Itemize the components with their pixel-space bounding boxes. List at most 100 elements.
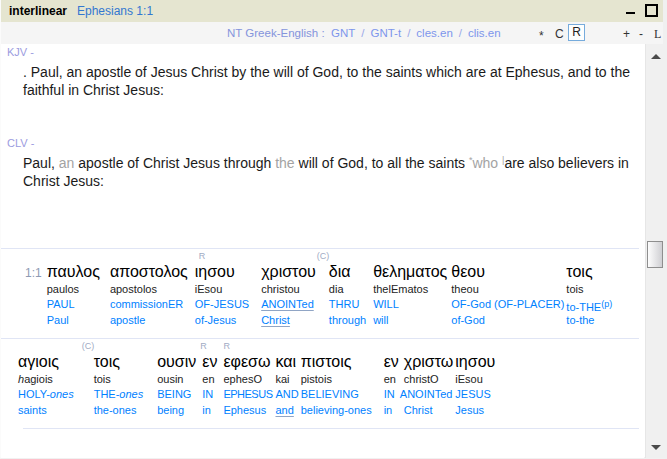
zoom-out-button[interactable]: - — [639, 27, 643, 41]
gloss-literal: OF-God (OF-PLACER) — [451, 296, 564, 312]
word-marker-empty — [455, 341, 495, 352]
gloss-english: Christ — [261, 312, 316, 328]
gloss-english: through — [329, 312, 366, 328]
gloss-literal: HOLY-ones — [18, 386, 74, 402]
gloss-english: Ephesus — [223, 402, 272, 418]
transliteration: tois — [566, 282, 612, 296]
interlinear-word-r0c7: τοιςtoisto-THE(p)to-the — [566, 251, 612, 328]
word-marker-empty — [110, 251, 188, 262]
word-marker: (C) — [317, 251, 354, 262]
window-reference[interactable]: Ephesians 1:1 — [77, 4, 153, 18]
gloss-literal: OF-JESUS — [195, 296, 249, 312]
link-gnt[interactable]: GNT — [331, 27, 355, 39]
interlinear-word-r1c5: καιkaiANDand — [275, 341, 298, 418]
greek-word[interactable]: ουσιν — [157, 352, 196, 372]
clv-segment: Paul, — [23, 155, 59, 171]
link-gnt-t[interactable]: GNT-t — [370, 27, 401, 39]
greek-word[interactable]: θεληματος — [373, 262, 447, 282]
interlinear-row-1: 1:1 παυλοςpaulosPAULPaul αποστολοςaposto… — [1, 248, 639, 338]
l-button[interactable]: L — [654, 27, 661, 42]
word-marker-empty — [157, 341, 196, 352]
gloss-literal: WILL — [373, 296, 447, 312]
interlinear-word-r0c3: χριστουchristouANOINTedChrist — [261, 251, 316, 328]
greek-word[interactable]: εφεσω — [223, 352, 272, 372]
minimize-button[interactable] — [624, 3, 638, 19]
link-clis-en[interactable]: clis.en — [468, 27, 501, 39]
word-marker: R — [200, 341, 215, 352]
greek-word[interactable]: παυλος — [47, 262, 100, 282]
greek-word[interactable]: και — [275, 352, 298, 372]
greek-word[interactable]: πιστοις — [301, 352, 372, 372]
toolbar: NT Greek-English : GNT/GNT-t/cles.en/cli… — [1, 22, 663, 44]
transliteration: dia — [329, 282, 366, 296]
transliteration: iEsou — [195, 282, 249, 296]
interlinear-row-2: αγιοιςhagioisHOLY-onessaints(C)τοιςtoisT… — [1, 338, 639, 428]
gloss-literal: AND — [275, 386, 298, 402]
star-button[interactable]: * — [539, 29, 544, 43]
gloss-english: and — [275, 402, 298, 418]
gloss-literal: PAUL — [47, 296, 100, 312]
transliteration: kai — [275, 372, 298, 386]
greek-word[interactable]: ιησου — [195, 262, 249, 282]
greek-word[interactable]: εν — [384, 352, 399, 372]
interlinear-word-r1c6: πιστοιςpistoisBELIEVINGbelieving-ones — [301, 341, 372, 418]
greek-word[interactable]: αγιοις — [18, 352, 74, 372]
transliteration: christO — [404, 372, 454, 386]
greek-word[interactable]: ιησου — [455, 352, 495, 372]
gloss-literal: THE-ones — [94, 386, 144, 402]
word-marker-empty — [384, 341, 399, 352]
greek-word[interactable]: αποστολος — [110, 262, 188, 282]
greek-word[interactable]: θεου — [451, 262, 564, 282]
interlinear-pane: KJV - . Paul, an apostle of Jesus Christ… — [1, 44, 644, 458]
interlinear-word-r1c4: RεφεσωephesOEPHESUSEphesus — [223, 341, 272, 418]
gloss-english: Jesus — [455, 402, 495, 418]
word-marker: (C) — [82, 341, 132, 352]
transliteration: ephesO — [223, 372, 272, 386]
interlinear-word-r0c5: θεληματοςthelEmatosWILLwill — [373, 251, 447, 328]
window-title: interlinear — [9, 4, 67, 18]
clv-version-label[interactable]: CLV - — [7, 137, 34, 149]
vertical-scrollbar[interactable] — [645, 44, 664, 458]
transliteration: thelEmatos — [373, 282, 447, 296]
word-marker-empty — [47, 251, 100, 262]
clv-segment: who — [472, 155, 502, 171]
transliteration: tois — [94, 372, 144, 386]
zoom-in-button[interactable]: + — [623, 27, 630, 41]
gloss-english: to-the — [566, 312, 612, 328]
gloss-english: the-ones — [94, 402, 144, 418]
c-button[interactable]: C — [555, 27, 564, 41]
greek-word[interactable]: τοις — [94, 352, 144, 372]
interlinear-word-r1c7: ενenINin — [384, 341, 399, 418]
interlinear-word-r1c2: ουσινousinBEINGbeing — [157, 341, 196, 418]
r-button[interactable]: R — [568, 24, 585, 41]
interlinear-word-r0c4: (C)διαdiaTHRUthrough — [329, 251, 366, 328]
clv-segment: apostle of Christ Jesus through — [78, 155, 275, 171]
scroll-down-icon[interactable] — [651, 445, 661, 450]
gloss-literal: EPHESUS — [223, 386, 272, 402]
scrollbar-thumb[interactable] — [647, 241, 663, 268]
kjv-version-label[interactable]: KJV - — [7, 46, 34, 58]
link-cles-en[interactable]: cles.en — [416, 27, 452, 39]
clv-segment: will of God, to all the saints — [299, 155, 469, 171]
greek-word[interactable]: τοις — [566, 262, 612, 282]
gloss-english: in — [202, 402, 217, 418]
gloss-literal: BEING — [157, 386, 196, 402]
greek-word[interactable]: εν — [202, 352, 217, 372]
interlinear-word-r1c9: ιησουiEsouJESUSJesus — [455, 341, 495, 418]
greek-word[interactable]: δια — [329, 262, 366, 282]
row-separator — [23, 428, 639, 429]
gloss-literal: BELIEVING — [301, 386, 372, 402]
scroll-up-icon[interactable] — [651, 54, 661, 59]
transliteration: apostolos — [110, 282, 188, 296]
word-marker-empty — [301, 341, 372, 352]
greek-word[interactable]: χριστω — [404, 352, 454, 372]
transliteration: paulos — [47, 282, 100, 296]
gloss-literal: ANOINTed — [400, 386, 454, 402]
interlinear-word-r0c1: αποστολοςapostoloscommissionERapostle — [110, 251, 188, 328]
gloss-english: Christ — [404, 402, 454, 418]
greek-word[interactable]: χριστου — [261, 262, 316, 282]
gloss-english: of-God — [451, 312, 564, 328]
word-marker: R — [199, 251, 253, 262]
maximize-button[interactable] — [644, 3, 660, 19]
gloss-literal: to-THE(p) — [566, 296, 612, 312]
